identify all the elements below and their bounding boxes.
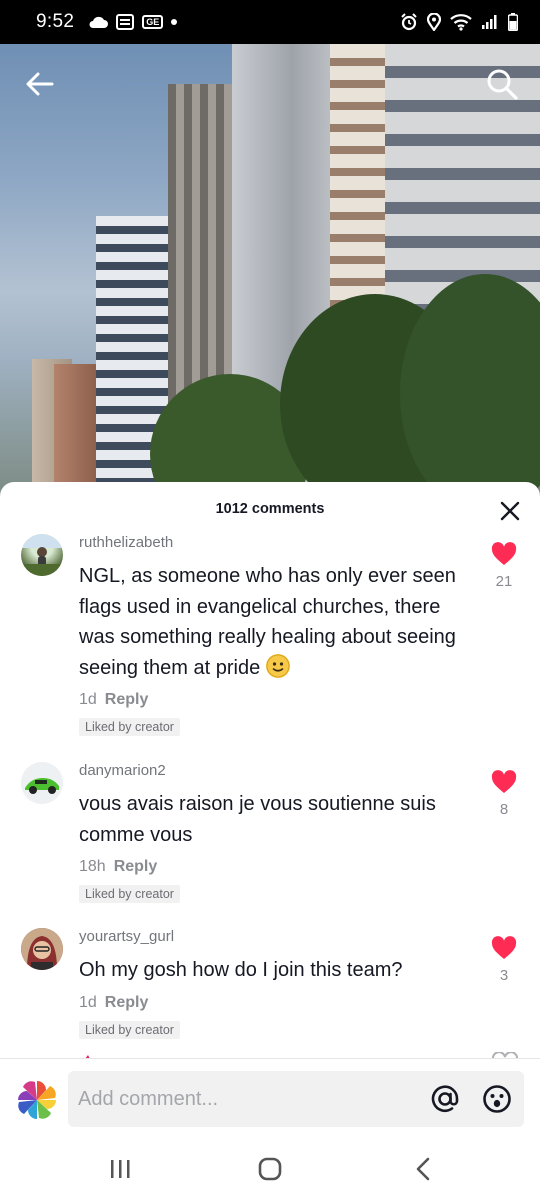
- comment-time: 18h: [79, 858, 106, 875]
- location-icon: [427, 13, 441, 31]
- comments-header: 1012 comments: [0, 482, 540, 534]
- back-arrow-icon: [26, 72, 54, 96]
- avatar[interactable]: [21, 762, 63, 804]
- comment-body: danymarion2 vous avais raison je vous so…: [79, 762, 479, 903]
- like-count: 8: [499, 801, 509, 818]
- home-button[interactable]: [255, 1154, 285, 1184]
- avatar-car-icon: [21, 762, 63, 804]
- next-comment-peek: [80, 1050, 100, 1058]
- emoji-icon: [483, 1085, 511, 1113]
- back-button[interactable]: [18, 62, 62, 106]
- avatar-photo-icon: [21, 534, 63, 576]
- comment-meta: 18h Reply: [79, 858, 479, 876]
- at-icon: [431, 1085, 459, 1113]
- like-button[interactable]: 8: [490, 770, 518, 818]
- nav-back-button[interactable]: [408, 1154, 438, 1184]
- comment-body: ruthhelizabeth NGL, as someone who has o…: [79, 534, 479, 736]
- comment-count: 1012 comments: [215, 501, 325, 517]
- status-right-icons: [400, 13, 518, 31]
- liked-by-creator-badge: Liked by creator: [79, 885, 180, 903]
- comment-text: Oh my gosh how do I join this team?: [79, 959, 403, 981]
- comment-input-bar: [0, 1058, 540, 1138]
- status-bar: 9:52 GE: [0, 0, 540, 44]
- comment-time: 1d: [79, 993, 97, 1011]
- search-button[interactable]: [480, 62, 524, 106]
- comment-time: 1d: [79, 691, 97, 708]
- signal-icon: [482, 15, 497, 29]
- avatar[interactable]: [21, 928, 63, 970]
- status-time: 9:52: [36, 11, 75, 32]
- alarm-icon: [401, 13, 417, 31]
- avatar-person-icon: [21, 928, 63, 970]
- comment-username[interactable]: yourartsy_gurl: [79, 928, 479, 945]
- dot-icon: [171, 19, 178, 25]
- comment-text: NGL, as someone who has only ever seen f…: [79, 561, 479, 683]
- comment-meta: 1d Reply: [79, 994, 479, 1012]
- heart-icon: [491, 936, 517, 959]
- liked-by-creator-badge: Liked by creator: [79, 1020, 180, 1039]
- comment-meta: 1d Reply: [79, 691, 479, 709]
- liked-by-creator-badge: Liked by creator: [79, 718, 180, 736]
- like-count: 3: [499, 967, 509, 984]
- close-button[interactable]: [498, 500, 522, 524]
- battery-icon: [508, 13, 518, 31]
- message-icon: [116, 14, 135, 30]
- like-button[interactable]: 21: [490, 542, 518, 590]
- home-icon: [258, 1157, 282, 1181]
- pinwheel-avatar-icon: [16, 1079, 58, 1121]
- ge-app-icon: GE: [142, 15, 164, 29]
- video-background[interactable]: [0, 44, 540, 494]
- comment-username[interactable]: ruthhelizabeth: [79, 534, 479, 551]
- status-left-icons: GE: [88, 14, 178, 30]
- building-brown: [54, 364, 100, 494]
- wifi-icon: [450, 14, 472, 31]
- emoji-button[interactable]: [482, 1084, 512, 1114]
- like-button[interactable]: 3: [490, 936, 518, 984]
- comment-text: vous avais raison je vous soutienne suis…: [79, 793, 436, 846]
- avatar[interactable]: [21, 534, 63, 576]
- comment-username[interactable]: danymarion2: [79, 762, 479, 779]
- close-icon: [500, 501, 520, 521]
- reply-button[interactable]: Reply: [105, 691, 149, 708]
- reply-button[interactable]: Reply: [105, 994, 149, 1011]
- recents-button[interactable]: [105, 1154, 135, 1184]
- search-icon: [487, 69, 518, 100]
- reply-button[interactable]: Reply: [114, 858, 158, 875]
- comment-input[interactable]: [78, 1085, 408, 1113]
- recents-icon: [111, 1160, 130, 1178]
- heart-icon: [491, 542, 517, 565]
- comment-body: yourartsy_gurl Oh my gosh how do I join …: [79, 928, 479, 1039]
- mention-button[interactable]: [430, 1084, 460, 1114]
- nav-back-icon: [416, 1157, 430, 1181]
- slightly-smiling-face-icon: [265, 653, 290, 678]
- cloud-icon: [89, 16, 109, 28]
- system-nav-bar: [0, 1138, 540, 1200]
- comment-input-container: [68, 1071, 524, 1127]
- heart-icon: [491, 770, 517, 793]
- like-count: 21: [495, 573, 513, 590]
